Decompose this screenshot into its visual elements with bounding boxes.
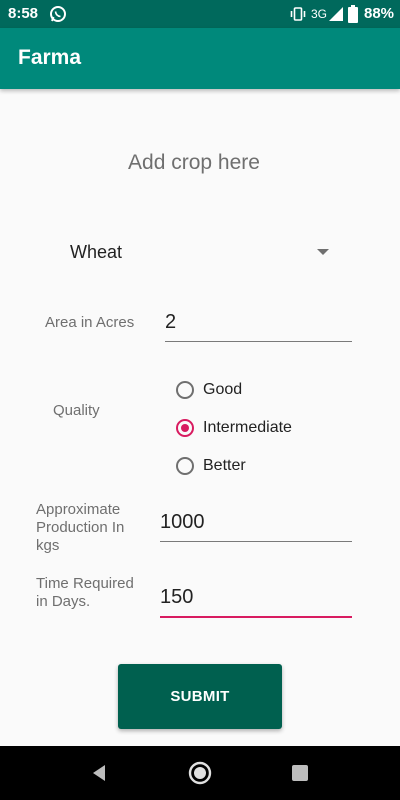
time-required-label-line: in Days. xyxy=(36,593,91,610)
quality-radio-good[interactable]: Good xyxy=(176,377,242,403)
production-label-line: Production In xyxy=(36,519,125,536)
dropdown-arrow-icon xyxy=(317,249,329,255)
app-bar: Farma xyxy=(0,28,400,89)
quality-label: Quality xyxy=(53,402,100,419)
area-input[interactable]: 2 xyxy=(165,305,352,342)
radio-button-icon xyxy=(176,381,194,399)
quality-radio-better[interactable]: Better xyxy=(176,453,246,479)
production-value: 1000 xyxy=(160,511,205,533)
form-heading: Add crop here xyxy=(128,151,260,174)
time-required-label-line: Time Required xyxy=(36,575,134,592)
network-type: 3G xyxy=(311,7,328,21)
area-label: Area in Acres xyxy=(45,314,135,331)
radio-label: Better xyxy=(203,457,246,474)
signal-icon xyxy=(329,7,343,21)
battery-icon xyxy=(348,5,358,23)
radio-label: Intermediate xyxy=(203,419,292,436)
battery-percent: 88% xyxy=(364,5,395,22)
time-required-value: 150 xyxy=(160,586,194,608)
production-label: Approximate Production In kgs xyxy=(36,501,124,555)
screen: 8:58 3G 88% Farma Add crop here Wheat Ar… xyxy=(0,0,400,800)
area-value: 2 xyxy=(165,311,177,333)
radio-button-icon xyxy=(176,457,194,475)
radio-button-selected-icon xyxy=(176,419,194,437)
time-required-input[interactable]: 150 xyxy=(160,580,352,618)
recents-icon[interactable] xyxy=(288,761,312,785)
app-title: Farma xyxy=(18,46,82,69)
status-time: 8:58 xyxy=(8,5,39,22)
submit-button[interactable]: SUBMIT xyxy=(118,664,282,729)
whatsapp-icon xyxy=(50,6,66,22)
crop-select[interactable]: Wheat xyxy=(58,232,340,272)
status-bar: 8:58 3G 88% xyxy=(0,0,400,28)
crop-select-value: Wheat xyxy=(70,242,123,262)
quality-radio-intermediate[interactable]: Intermediate xyxy=(176,415,292,441)
production-label-line: kgs xyxy=(36,537,60,554)
production-input[interactable]: 1000 xyxy=(160,505,352,542)
radio-label: Good xyxy=(203,381,243,398)
navigation-bar xyxy=(0,746,400,800)
time-required-label: Time Required in Days. xyxy=(36,575,134,611)
home-icon[interactable] xyxy=(188,761,212,785)
vibrate-icon xyxy=(290,7,306,21)
back-icon[interactable] xyxy=(88,761,112,785)
production-label-line: Approximate xyxy=(36,501,121,518)
